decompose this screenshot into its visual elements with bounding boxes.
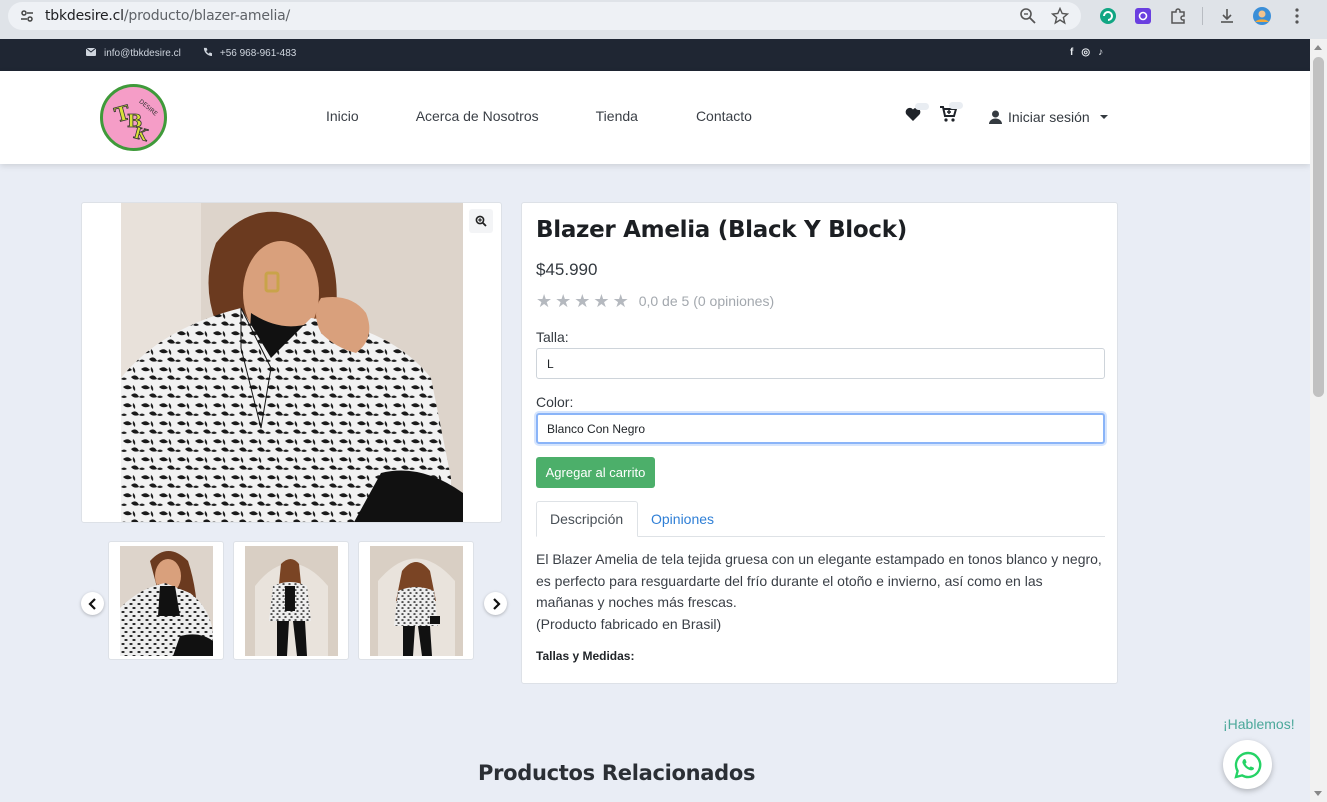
product-info-card: Blazer Amelia (Black Y Block) $45.990 ★ … [521,202,1118,684]
wishlist-badge [915,102,929,110]
login-label: Iniciar sesión [1008,108,1090,125]
zoom-in-icon [475,215,487,227]
sizes-heading: Tallas y Medidas: [536,649,635,663]
product-price: $45.990 [536,260,598,279]
nav-acerca[interactable]: Acerca de Nosotros [416,108,539,124]
phone-icon [203,47,212,59]
extension-green-icon[interactable] [1097,5,1119,27]
download-icon[interactable] [1216,5,1238,27]
instagram-icon[interactable]: ◎ [1081,47,1090,58]
chevron-left-icon [87,597,96,610]
description-line: El Blazer Amelia de tela tejida gruesa c… [536,551,1102,567]
product-title: Blazer Amelia (Black Y Block) [536,217,907,243]
tab-descripcion[interactable]: Descripción [536,501,638,537]
star-icon: ★ [555,291,572,311]
nav-tienda[interactable]: Tienda [596,108,638,124]
scrollbar-thumb[interactable] [1313,57,1324,397]
top-info-bar: info@tbkdesire.cl +56 968-961-483 f ◎ ♪ [0,39,1310,71]
star-icon: ★ [574,291,591,311]
color-select[interactable]: Blanco Con Negro [536,413,1105,444]
logo-mark: T B K DESIRE [104,88,163,147]
nav-contacto[interactable]: Contacto [696,108,752,124]
thumbnail-photo [245,546,338,656]
star-icon: ★ [612,291,629,311]
main-navbar: T B K DESIRE Inicio Acerca de Nosotros T… [0,71,1310,164]
size-label: Talla: [536,329,569,345]
thumb-prev-button[interactable] [81,592,104,615]
toolbar-divider [1202,7,1203,25]
extensions-puzzle-icon[interactable] [1167,5,1189,27]
size-select[interactable]: L [536,348,1105,379]
product-thumbnail-1[interactable] [108,541,224,660]
contact-email[interactable]: info@tbkdesire.cl [104,48,181,59]
login-dropdown[interactable]: Iniciar sesión [989,109,1108,125]
star-icon: ★ [593,291,610,311]
site-settings-icon[interactable] [18,7,36,25]
related-products-heading: Productos Relacionados [478,761,756,785]
cart-badge [949,102,963,109]
browser-toolbar: tbkdesire.cl/producto/blazer-amelia/ [0,0,1327,39]
whatsapp-chat-button[interactable] [1223,740,1272,789]
wishlist-button[interactable] [905,102,929,127]
thumbnail-photo [370,546,463,656]
site-logo[interactable]: T B K DESIRE [100,84,167,151]
product-photo [121,203,463,522]
zoom-image-button[interactable] [469,209,493,233]
facebook-icon[interactable]: f [1070,47,1073,58]
user-icon [989,110,1002,124]
description-line: mañanas y noches más frescas. [536,594,737,611]
url-path: /producto/blazer-amelia/ [123,8,291,24]
tiktok-icon[interactable]: ♪ [1098,47,1103,58]
url-domain: tbkdesire.cl [45,8,124,24]
scroll-down-arrow[interactable] [1314,791,1322,796]
profile-avatar-icon[interactable] [1251,5,1273,27]
page-scrollbar[interactable] [1310,39,1327,802]
chat-label[interactable]: ¡Hablemos! [1223,716,1295,732]
product-thumbnail-2[interactable] [233,541,349,660]
extension-purple-icon[interactable] [1132,5,1154,27]
browser-menu-icon[interactable] [1286,5,1308,27]
description-line: (Producto fabricado en Brasil) [536,615,722,632]
bookmark-star-icon[interactable] [1050,6,1070,30]
url-text[interactable]: tbkdesire.cl/producto/blazer-amelia/ [45,8,290,24]
description-line: es perfecto para resguardarte del frío d… [536,572,1043,589]
thumb-next-button[interactable] [484,592,507,615]
zoom-icon[interactable] [1019,7,1037,30]
star-icon: ★ [536,291,553,311]
product-rating[interactable]: ★ ★ ★ ★ ★ 0,0 de 5 (0 opiniones) [536,292,774,310]
product-main-image[interactable] [81,202,502,523]
scroll-up-arrow[interactable] [1314,45,1322,50]
chevron-right-icon [492,597,501,610]
thumbnail-photo [120,546,213,656]
contact-phone[interactable]: +56 968-961-483 [220,48,296,59]
product-thumbnail-3[interactable] [358,541,474,660]
mail-icon [85,47,97,59]
rating-text: 0,0 de 5 (0 opiniones) [638,293,775,309]
tab-opiniones[interactable]: Opiniones [638,501,727,537]
cart-button[interactable] [939,102,963,127]
whatsapp-icon [1233,751,1261,779]
product-description: El Blazer Amelia de tela tejida gruesa c… [536,549,1108,635]
nav-inicio[interactable]: Inicio [326,108,359,124]
add-to-cart-button[interactable]: Agregar al carrito [536,457,655,488]
color-label: Color: [536,394,574,410]
address-bar[interactable]: tbkdesire.cl/producto/blazer-amelia/ [8,2,1081,30]
chevron-down-icon [1099,114,1108,119]
product-tabs: Descripción Opiniones [536,501,1105,537]
